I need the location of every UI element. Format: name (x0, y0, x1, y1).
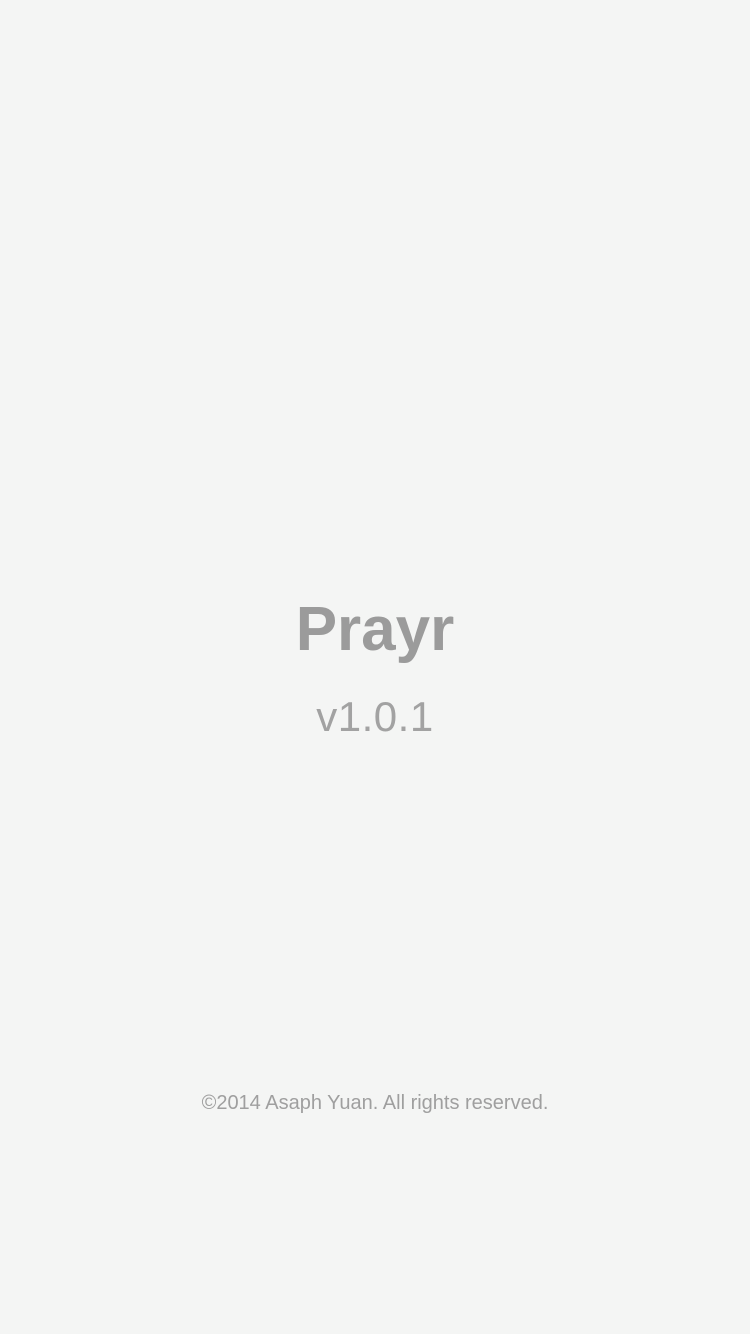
copyright-text: ©2014 Asaph Yuan. All rights reserved. (201, 1092, 549, 1114)
version-label: v1.0.1 (316, 693, 434, 740)
app-title: Prayr (295, 595, 455, 664)
about-screen: Prayr v1.0.1 ©2014 Asaph Yuan. All right… (0, 0, 750, 1334)
